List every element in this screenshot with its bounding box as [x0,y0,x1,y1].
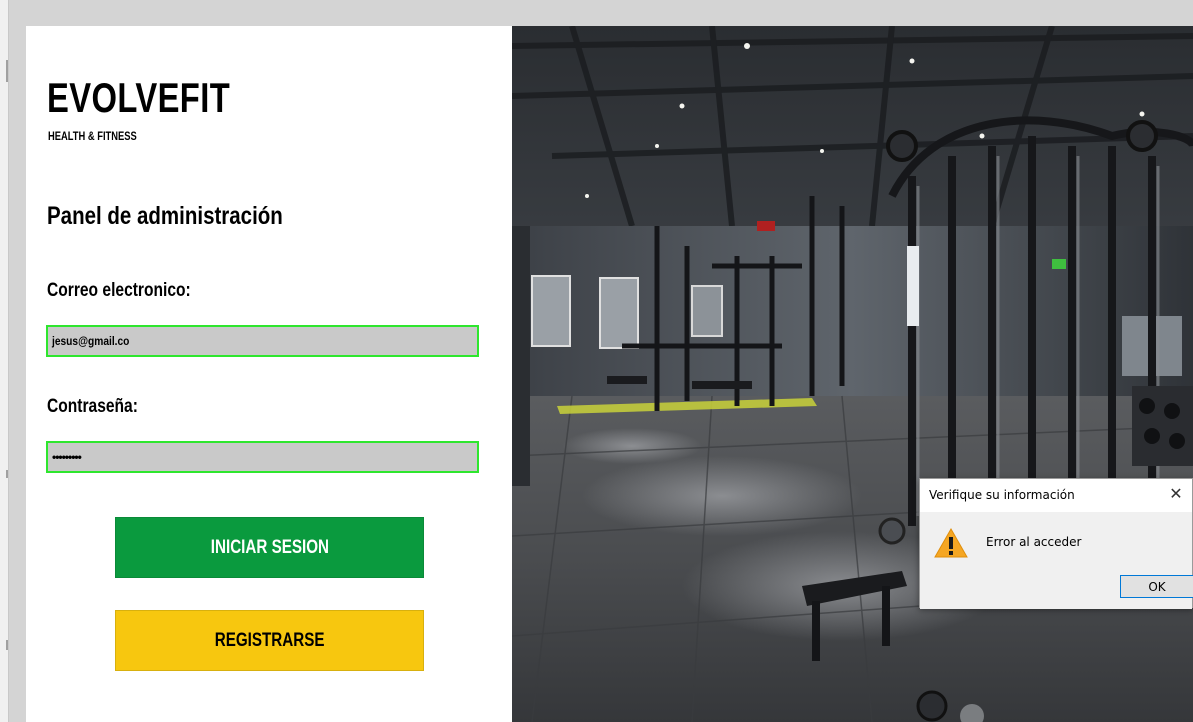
gym-photo [512,26,1193,722]
email-label: Correo electronico: [47,280,191,301]
logo-title: EVOLVEFIT [47,74,231,121]
dialog-body: Error al acceder OK [920,512,1193,609]
dialog-title: Verifique su información [929,488,1075,502]
login-window: EVOLVEFIT HEALTH & FITNESS Panel de admi… [26,26,1193,722]
window-edge-strip [0,0,9,722]
login-button[interactable]: INICIAR SESION [115,517,424,578]
gym-illustration [512,26,1193,722]
register-button-label: REGISTRARSE [214,629,325,651]
password-label: Contraseña: [47,396,138,417]
error-dialog: Verifique su información ✕ Error al acce… [919,478,1193,609]
logo-subtitle: HEALTH & FITNESS [48,129,137,143]
warning-icon [934,528,968,558]
register-button[interactable]: REGISTRARSE [115,610,424,671]
login-button-label: INICIAR SESION [210,536,329,558]
edge-mark [6,640,8,650]
edge-mark [6,470,8,478]
email-field[interactable]: jesus@gmail.co [46,325,479,357]
dialog-message: Error al acceder [986,535,1082,549]
panel-title: Panel de administración [47,202,283,230]
close-icon[interactable]: ✕ [1166,484,1186,504]
edge-mark [6,60,8,82]
dialog-titlebar: Verifique su información ✕ [920,479,1192,512]
email-field-value: jesus@gmail.co [52,334,130,348]
password-field[interactable]: ••••••••• [46,441,479,473]
login-panel: EVOLVEFIT HEALTH & FITNESS Panel de admi… [26,26,512,722]
password-field-value: ••••••••• [52,450,82,464]
ok-button[interactable]: OK [1120,575,1193,598]
